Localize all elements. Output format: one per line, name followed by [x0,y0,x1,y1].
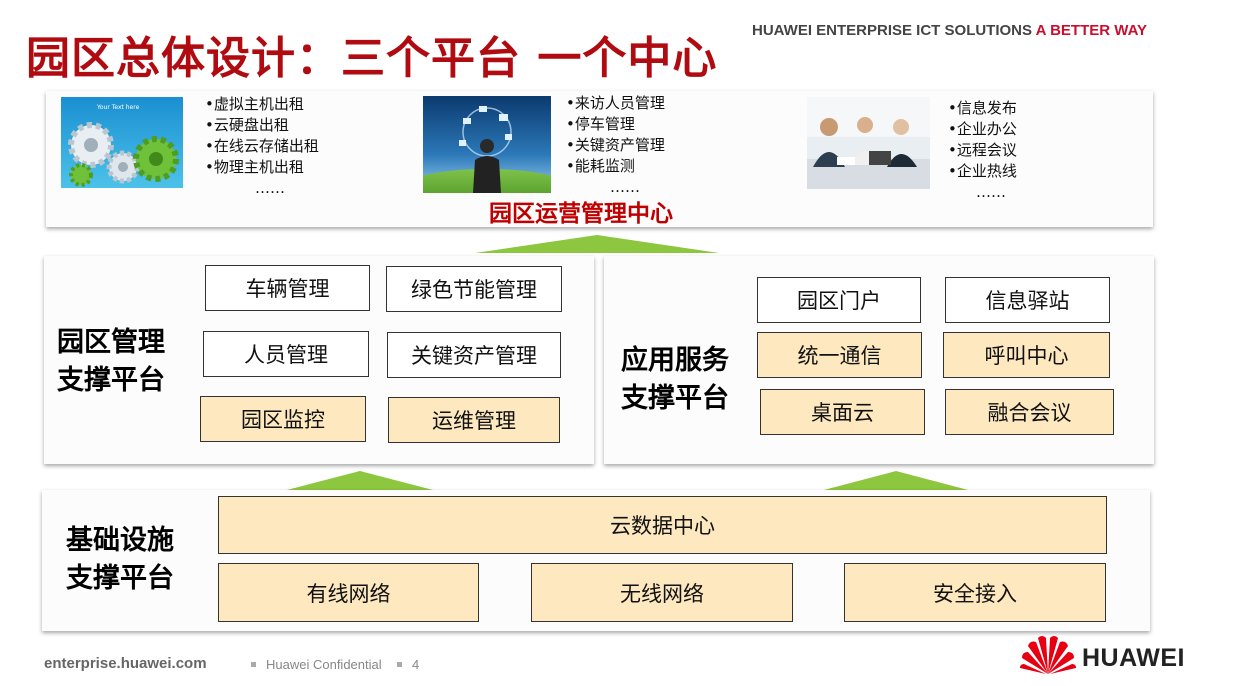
box-key-asset-management: 关键资产管理 [387,332,561,378]
box-green-energy-management: 绿色节能管理 [386,266,562,312]
footer-confidential: Huawei Confidential [266,657,382,672]
up-arrow-right [820,471,972,491]
list-item: •信息发布 [948,99,1017,117]
gears-image: Your Text here [61,97,183,188]
footer-separator [251,662,256,667]
box-operations-maintenance: 运维管理 [388,397,560,443]
box-unified-communication: 统一通信 [757,332,922,378]
management-platform-label-line1: 园区管理 [57,327,165,358]
infrastructure-platform-label-line2: 支撑平台 [66,563,174,594]
list-item: •在线云存储出租 [205,137,319,155]
management-platform-label: 园区管理 支撑平台 [57,324,165,400]
huawei-brand-text: HUAWEI [1082,644,1185,672]
application-platform-label-line2: 支撑平台 [621,383,729,414]
infrastructure-platform-label: 基础设施 支撑平台 [66,522,174,598]
box-personnel-management: 人员管理 [203,331,369,377]
list-item: •能耗监测 [566,157,635,175]
infrastructure-platform-label-line1: 基础设施 [66,525,174,556]
list-item: •停车管理 [566,115,635,133]
footer-url[interactable]: enterprise.huawei.com [44,655,207,672]
huawei-logo-icon [1020,632,1076,676]
list-more: …… [976,183,1006,201]
tagline: HUAWEI ENTERPRISE ICT SOLUTIONS A BETTER… [752,22,1147,39]
operations-center-label: 园区运营管理中心 [489,201,673,227]
list-item: •云硬盘出租 [205,116,289,134]
box-wireless-network: 无线网络 [531,563,793,622]
list-item: •远程会议 [948,141,1017,159]
box-info-station: 信息驿站 [945,277,1110,323]
footer-separator [397,662,402,667]
list-item: •关键资产管理 [566,136,665,154]
meeting-image [807,97,930,189]
box-park-portal: 园区门户 [757,277,921,323]
list-item: •来访人员管理 [566,94,665,112]
bullets-cloud-services: •虚拟主机出租 •云硬盘出租 •在线云存储出租 •物理主机出租 …… [205,94,319,199]
page-number: 4 [412,657,420,672]
gears-image-caption: Your Text here [96,104,140,111]
box-secure-access: 安全接入 [844,563,1106,622]
application-platform-label-line1: 应用服务 [621,345,729,376]
box-vehicle-management: 车辆管理 [205,265,370,311]
application-platform-label: 应用服务 支撑平台 [621,342,729,418]
tagline-accent: A BETTER WAY [1035,22,1148,39]
list-item: •企业办公 [948,120,1017,138]
list-item: •企业热线 [948,162,1017,180]
tagline-main: HUAWEI ENTERPRISE ICT SOLUTIONS [752,22,1036,39]
box-desktop-cloud: 桌面云 [760,389,925,435]
box-call-center: 呼叫中心 [943,332,1110,378]
management-platform-label-line2: 支撑平台 [57,365,165,396]
up-arrow-top [475,235,719,253]
businessman-cloud-image [423,96,551,193]
bullets-enterprise-services: •信息发布 •企业办公 •远程会议 •企业热线 …… [948,98,1017,203]
page-title: 园区总体设计：三个平台 一个中心 [26,33,718,84]
list-item: •物理主机出租 [205,158,304,176]
box-wired-network: 有线网络 [218,563,479,622]
box-park-monitoring: 园区监控 [200,396,366,442]
box-cloud-data-center: 云数据中心 [218,496,1107,554]
list-item: •虚拟主机出租 [205,95,304,113]
bullets-park-management: •来访人员管理 •停车管理 •关键资产管理 •能耗监测 …… [566,93,665,198]
box-converged-conference: 融合会议 [945,389,1114,435]
list-more: …… [255,179,285,197]
up-arrow-left [283,471,437,491]
